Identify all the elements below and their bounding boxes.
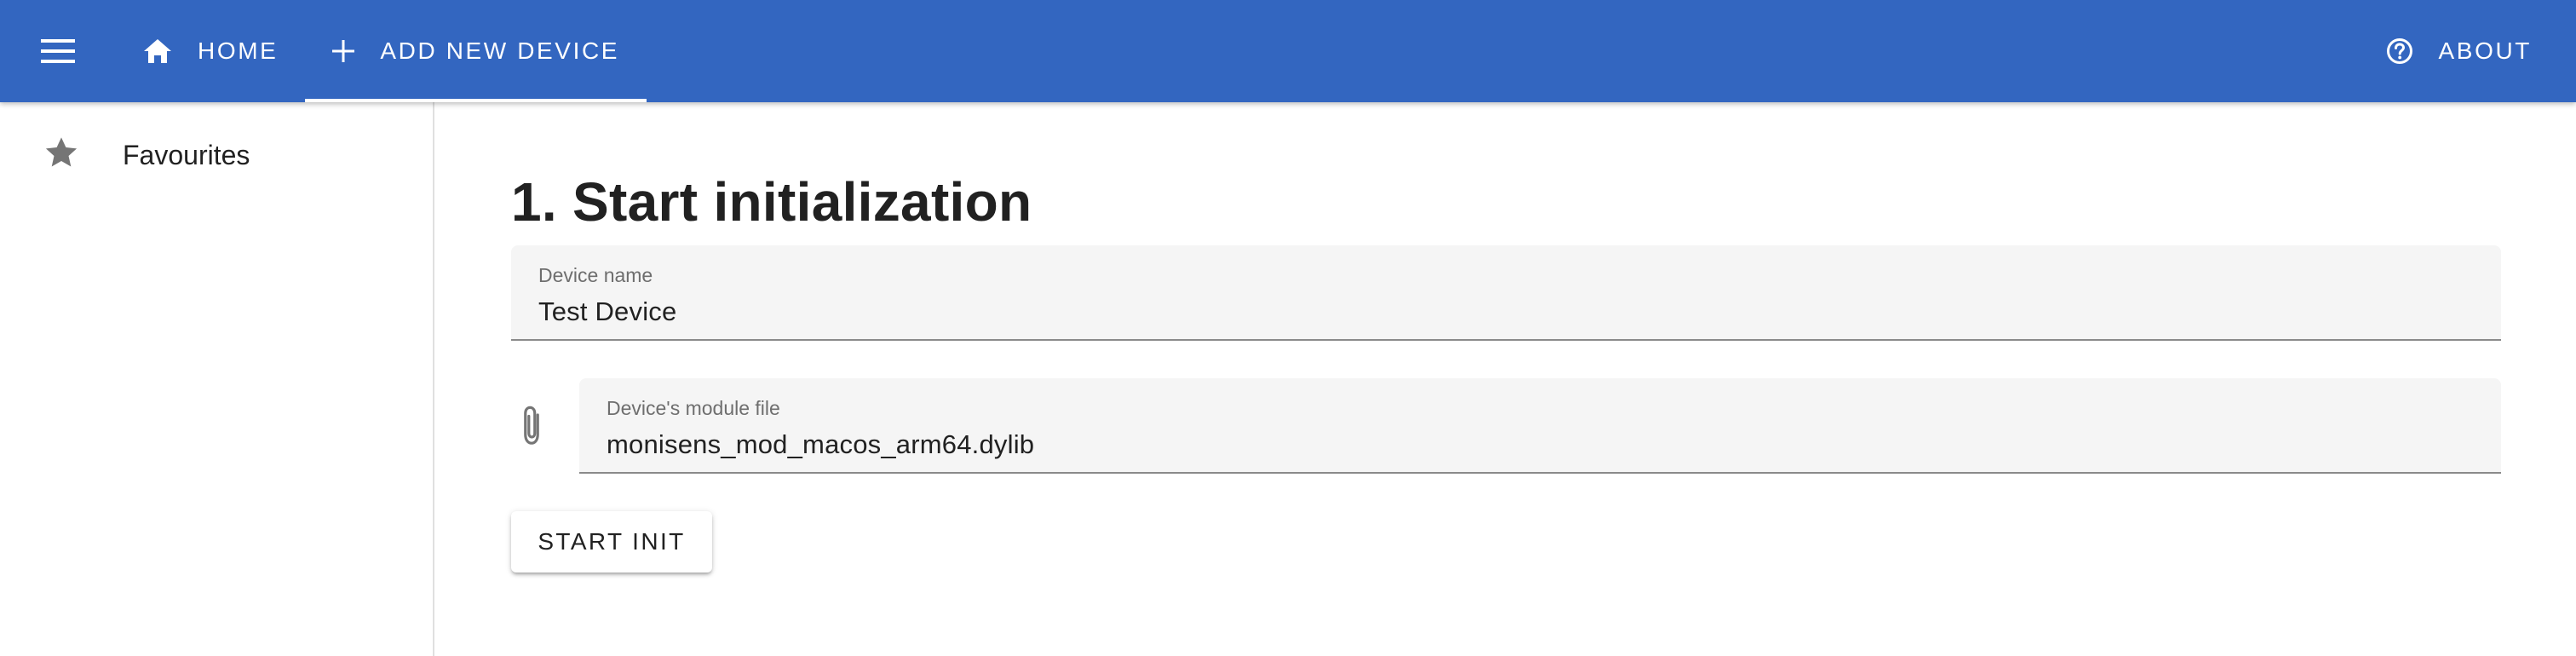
device-name-field[interactable]: Device name Test Device [511,245,2501,341]
plus-icon [332,40,355,62]
device-name-input[interactable]: Test Device [538,296,676,327]
paperclip-icon[interactable] [516,404,547,448]
sidebar-item-label: Favourites [123,140,250,170]
menu-button[interactable] [0,0,116,102]
tab-about-label: ABOUT [2438,37,2532,64]
appbar-spacer [647,0,2358,102]
tab-home-label: HOME [198,37,279,64]
help-circle-icon [2386,38,2412,64]
device-name-label: Device name [538,264,653,286]
star-icon-wrapper [0,136,123,170]
sidebar: Favourites [0,102,434,656]
home-icon [144,39,171,63]
sidebar-item-favourites[interactable]: Favourites [0,102,433,211]
tab-home[interactable]: HOME [116,0,305,102]
main-content: 1. Start initialization Device name Test… [511,102,2501,656]
module-file-label: Device's module file [607,397,780,419]
tab-about[interactable]: ABOUT [2359,0,2576,102]
module-file-field[interactable]: Device's module file monisens_mod_macos_… [579,378,2501,474]
tab-add-new-device-label: ADD NEW DEVICE [380,37,620,64]
start-init-button[interactable]: START INIT [511,511,712,573]
star-icon [45,137,78,167]
page-title: 1. Start initialization [511,171,1032,233]
menu-icon [41,39,75,63]
module-file-input[interactable]: monisens_mod_macos_arm64.dylib [607,429,1034,460]
tab-add-new-device[interactable]: ADD NEW DEVICE [305,0,647,102]
top-app-bar: HOME ADD NEW DEVICE ABOUT [0,0,2576,102]
